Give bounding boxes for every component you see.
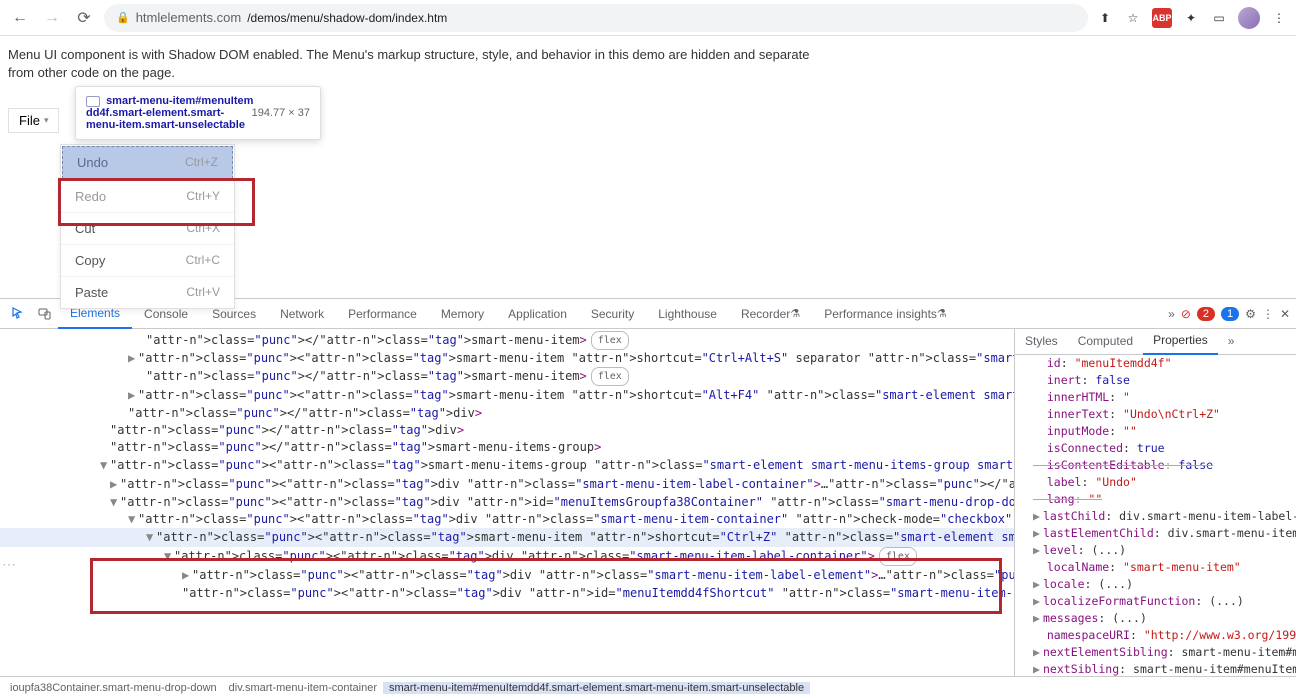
extensions-icon[interactable]: ✦: [1182, 9, 1200, 27]
properties-list[interactable]: id: "menuItemdd4f" inert: false innerHTM…: [1015, 355, 1296, 676]
devtools-tab-lighthouse[interactable]: Lighthouse: [646, 299, 729, 329]
prop-isConnected[interactable]: isConnected: true: [1015, 440, 1296, 457]
element-icon: [86, 96, 100, 107]
resize-handle-icon[interactable]: ⋯: [2, 556, 18, 573]
menu-item-cut[interactable]: CutCtrl+X: [61, 212, 234, 244]
side-tab-properties[interactable]: Properties: [1143, 329, 1218, 355]
menu-item-redo[interactable]: RedoCtrl+Y: [61, 180, 234, 212]
dom-line[interactable]: ▼"attr-n">class="punc"><"attr-n">class="…: [0, 494, 1014, 511]
inspector-tooltip: smart-menu-item#menuItem 194.77 × 37 dd4…: [75, 86, 321, 140]
url-path: /demos/menu/shadow-dom/index.htm: [247, 11, 447, 25]
file-menu-label: File: [19, 113, 40, 128]
close-devtools-icon[interactable]: ✕: [1280, 307, 1290, 321]
inspect-icon[interactable]: [6, 301, 32, 327]
prop-messages[interactable]: ▶messages: (...): [1015, 610, 1296, 627]
dom-line[interactable]: ▶"attr-n">class="punc"><"attr-n">class="…: [0, 350, 1014, 367]
edit-dropdown: UndoCtrl+ZRedoCtrl+YCutCtrl+XCopyCtrl+CP…: [60, 144, 235, 309]
prop-lastElementChild[interactable]: ▶lastElementChild: div.smart-menu-item-: [1015, 525, 1296, 542]
share-icon[interactable]: ⬆: [1096, 9, 1114, 27]
menu-item-paste[interactable]: PasteCtrl+V: [61, 276, 234, 308]
prop-innerHTML[interactable]: innerHTML: ": [1015, 389, 1296, 406]
panel-icon[interactable]: ▭: [1210, 9, 1228, 27]
abp-icon[interactable]: ABP: [1152, 8, 1172, 28]
side-tab-styles[interactable]: Styles: [1015, 329, 1068, 355]
devtools-tab-memory[interactable]: Memory: [429, 299, 496, 329]
file-menu-button[interactable]: File ▾: [8, 108, 59, 133]
prop-inert[interactable]: inert: false: [1015, 372, 1296, 389]
dom-line[interactable]: ▼"attr-n">class="punc"><"attr-n">class="…: [0, 511, 1014, 528]
devtools-tab-network[interactable]: Network: [268, 299, 336, 329]
side-panel-tabs: StylesComputedProperties»: [1015, 329, 1296, 355]
devtools-tab-security[interactable]: Security: [579, 299, 646, 329]
prop-lang[interactable]: lang: "": [1015, 491, 1296, 508]
device-icon[interactable]: [32, 301, 58, 327]
url-host: htmlelements.com: [136, 10, 241, 25]
prop-isContentEditable[interactable]: isContentEditable: false: [1015, 457, 1296, 474]
page-content: Menu UI component is with Shadow DOM ena…: [0, 36, 1296, 298]
dom-line[interactable]: ▶"attr-n">class="punc"><"attr-n">class="…: [0, 386, 1014, 405]
lock-icon: 🔒: [116, 11, 130, 24]
bookmark-icon[interactable]: ☆: [1124, 9, 1142, 27]
tooltip-classes: dd4f.smart-element.smart-menu-item.smart…: [86, 107, 245, 131]
prop-innerText[interactable]: innerText: "Undo\nCtrl+Z": [1015, 406, 1296, 423]
devtools: ElementsConsoleSourcesNetworkPerformance…: [0, 298, 1296, 698]
browser-chrome: ← → ⟳ 🔒 htmlelements.com/demos/menu/shad…: [0, 0, 1296, 36]
avatar[interactable]: [1238, 7, 1260, 29]
devtools-tab-performance-insights[interactable]: Performance insights ⚗: [812, 299, 959, 329]
dom-tree[interactable]: "attr-n">class="punc"></"attr-n">class="…: [0, 329, 1014, 676]
dom-line[interactable]: ▶"attr-n">class="punc"><"attr-n">class="…: [0, 475, 1014, 494]
error-count[interactable]: 2: [1197, 307, 1215, 321]
dom-line[interactable]: "attr-n">class="punc"></"attr-n">class="…: [0, 422, 1014, 439]
breadcrumb[interactable]: ioupfa38Container.smart-menu-drop-downdi…: [0, 676, 1296, 698]
kebab-icon[interactable]: ⋮: [1270, 9, 1288, 27]
prop-inputMode[interactable]: inputMode: "": [1015, 423, 1296, 440]
prop-localizeFormatFunction[interactable]: ▶localizeFormatFunction: (...): [1015, 593, 1296, 610]
dom-line[interactable]: "attr-n">class="punc"></"attr-n">class="…: [0, 367, 1014, 386]
devtools-tab-recorder[interactable]: Recorder ⚗: [729, 299, 812, 329]
prop-locale[interactable]: ▶locale: (...): [1015, 576, 1296, 593]
prop-localName[interactable]: localName: "smart-menu-item": [1015, 559, 1296, 576]
devtools-kebab-icon[interactable]: ⋮: [1262, 307, 1274, 321]
reload-button[interactable]: ⟳: [72, 6, 96, 30]
error-icon: ⊘: [1181, 307, 1191, 321]
breadcrumb-item[interactable]: smart-menu-item#menuItemdd4f.smart-eleme…: [383, 682, 810, 694]
prop-namespaceURI[interactable]: namespaceURI: "http://www.w3.org/1999/x: [1015, 627, 1296, 644]
prop-nextElementSibling[interactable]: ▶nextElementSibling: smart-menu-item#men: [1015, 644, 1296, 661]
dom-line[interactable]: "attr-n">class="punc"></"attr-n">class="…: [0, 405, 1014, 422]
forward-button[interactable]: →: [40, 6, 64, 30]
dom-line[interactable]: ▼"attr-n">class="punc"><"attr-n">class="…: [0, 528, 1014, 547]
dom-line[interactable]: ▼"attr-n">class="punc"><"attr-n">class="…: [0, 547, 1014, 566]
message-count[interactable]: 1: [1221, 307, 1239, 321]
chrome-toolbar-right: ⬆ ☆ ABP ✦ ▭ ⋮: [1096, 7, 1288, 29]
back-button[interactable]: ←: [8, 6, 32, 30]
dom-line[interactable]: "attr-n">class="punc"><"attr-n">class="t…: [0, 585, 1014, 602]
side-tab-more[interactable]: »: [1218, 329, 1245, 355]
dom-line[interactable]: ▶"attr-n">class="punc"><"attr-n">class="…: [0, 566, 1014, 585]
prop-id[interactable]: id: "menuItemdd4f": [1015, 355, 1296, 372]
page-intro-text: Menu UI component is with Shadow DOM ena…: [8, 46, 828, 82]
menu-item-undo[interactable]: UndoCtrl+Z: [62, 146, 233, 179]
tooltip-dimensions: 194.77 × 37: [252, 107, 310, 119]
prop-level[interactable]: ▶level: (...): [1015, 542, 1296, 559]
prop-lastChild[interactable]: ▶lastChild: div.smart-menu-item-label-co: [1015, 508, 1296, 525]
dom-line[interactable]: ▼"attr-n">class="punc"><"attr-n">class="…: [0, 456, 1014, 475]
url-bar[interactable]: 🔒 htmlelements.com/demos/menu/shadow-dom…: [104, 4, 1088, 32]
side-tab-computed[interactable]: Computed: [1068, 329, 1143, 355]
devtools-tab-application[interactable]: Application: [496, 299, 579, 329]
side-panel: StylesComputedProperties» id: "menuItemd…: [1014, 329, 1296, 676]
dom-line[interactable]: "attr-n">class="punc"></"attr-n">class="…: [0, 331, 1014, 350]
settings-gear-icon[interactable]: ⚙: [1245, 307, 1256, 321]
breadcrumb-item[interactable]: ioupfa38Container.smart-menu-drop-down: [4, 682, 223, 694]
breadcrumb-item[interactable]: div.smart-menu-item-container: [223, 682, 383, 694]
more-tabs-icon[interactable]: »: [1168, 307, 1175, 321]
tooltip-selector: smart-menu-item#menuItem: [106, 95, 253, 107]
chevron-down-icon: ▾: [44, 115, 49, 126]
menu-item-copy[interactable]: CopyCtrl+C: [61, 244, 234, 276]
prop-label[interactable]: label: "Undo": [1015, 474, 1296, 491]
prop-nextSibling[interactable]: ▶nextSibling: smart-menu-item#menuItem3c: [1015, 661, 1296, 676]
dom-line[interactable]: "attr-n">class="punc"></"attr-n">class="…: [0, 439, 1014, 456]
devtools-tab-performance[interactable]: Performance: [336, 299, 429, 329]
